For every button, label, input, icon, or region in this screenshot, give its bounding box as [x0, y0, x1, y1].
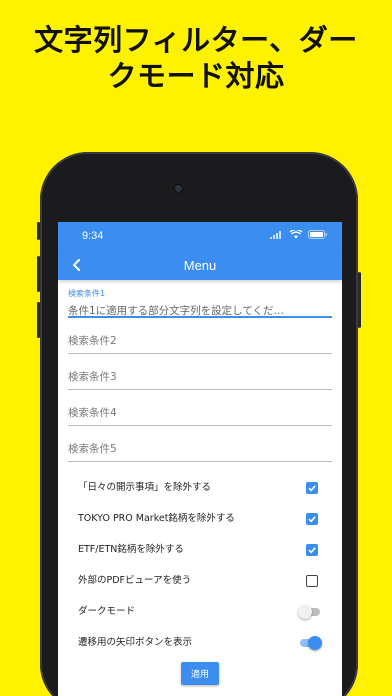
- option-dark-mode[interactable]: ダークモード: [78, 596, 322, 627]
- condition-3-input[interactable]: [68, 371, 332, 383]
- option-label: 「日々の開示事項」を除外する: [78, 481, 212, 493]
- option-exclude-etf-etn[interactable]: ETF/ETN銘柄を除外する: [78, 534, 322, 565]
- signal-icon: [270, 230, 284, 242]
- checkbox-checked[interactable]: [306, 512, 318, 525]
- condition-4-field: [68, 390, 332, 426]
- status-icons: [270, 228, 328, 242]
- option-label: 遷移用の矢印ボタンを表示: [78, 636, 193, 648]
- headline-line-2: クモード対応: [107, 59, 285, 93]
- volume-up-button: [37, 256, 40, 292]
- checkbox-unchecked[interactable]: [306, 574, 318, 587]
- back-arrow-icon: [71, 256, 81, 275]
- arrow-buttons-toggle[interactable]: [298, 635, 322, 650]
- front-camera: [175, 185, 182, 192]
- page-title: Menu: [183, 257, 217, 273]
- option-show-arrow-buttons[interactable]: 遷移用の矢印ボタンを表示: [78, 627, 322, 658]
- wifi-icon: [289, 228, 303, 242]
- check-icon: [308, 546, 316, 553]
- power-button: [358, 272, 361, 328]
- options-list: 「日々の開示事項」を除外する TOKYO PRO Market銘柄を除外する E…: [58, 472, 342, 658]
- phone-frame: 9:34 Menu 検索条件1 条件1に適用する部分文字列を設定してくだ… 検索…: [37, 152, 361, 696]
- option-label: TOKYO PRO Market銘柄を除外する: [78, 512, 235, 524]
- option-label: ダークモード: [78, 605, 136, 617]
- condition-2-input[interactable]: [68, 335, 332, 347]
- status-bar: 9:34: [58, 222, 342, 250]
- condition-1-input[interactable]: [68, 303, 332, 317]
- option-external-pdf-viewer[interactable]: 外部のPDFビューアを使う: [78, 565, 322, 596]
- mute-switch: [37, 222, 40, 240]
- app-bar: Menu: [58, 250, 342, 280]
- checkbox-checked[interactable]: [306, 543, 318, 556]
- toggle-thumb: [308, 635, 322, 650]
- dark-mode-toggle[interactable]: [298, 604, 322, 619]
- volume-down-button: [37, 302, 40, 338]
- status-time: 9:34: [82, 230, 104, 242]
- apply-button[interactable]: 適用: [180, 662, 219, 685]
- app-screen: 9:34 Menu 検索条件1 条件1に適用する部分文字列を設定してくだ… 検索…: [58, 222, 342, 696]
- condition-5-input[interactable]: [68, 443, 332, 455]
- battery-icon: [308, 230, 328, 242]
- option-exclude-daily-disclosures[interactable]: 「日々の開示事項」を除外する: [78, 472, 322, 503]
- checkbox-checked[interactable]: [306, 481, 318, 494]
- condition-5-field: [68, 426, 332, 462]
- search-conditions-form: 検索条件1: [58, 280, 342, 462]
- condition-1-field: 検索条件1: [68, 280, 332, 318]
- condition-2-field: [68, 318, 332, 354]
- option-label: 外部のPDFビューアを使う: [78, 574, 192, 586]
- headline-line-1: 文字列フィルター、ダー: [34, 23, 358, 57]
- promo-headline: 文字列フィルター、ダー クモード対応: [0, 22, 392, 94]
- check-icon: [308, 515, 316, 522]
- option-exclude-tokyo-pro-market[interactable]: TOKYO PRO Market銘柄を除外する: [78, 503, 322, 534]
- condition-4-input[interactable]: [68, 407, 332, 419]
- check-icon: [308, 484, 316, 491]
- toggle-thumb: [298, 604, 312, 619]
- condition-3-field: [68, 354, 332, 390]
- apply-row: 適用: [58, 662, 342, 685]
- option-label: ETF/ETN銘柄を除外する: [78, 543, 184, 555]
- back-button[interactable]: [66, 255, 86, 275]
- condition-1-label: 検索条件1: [68, 289, 106, 298]
